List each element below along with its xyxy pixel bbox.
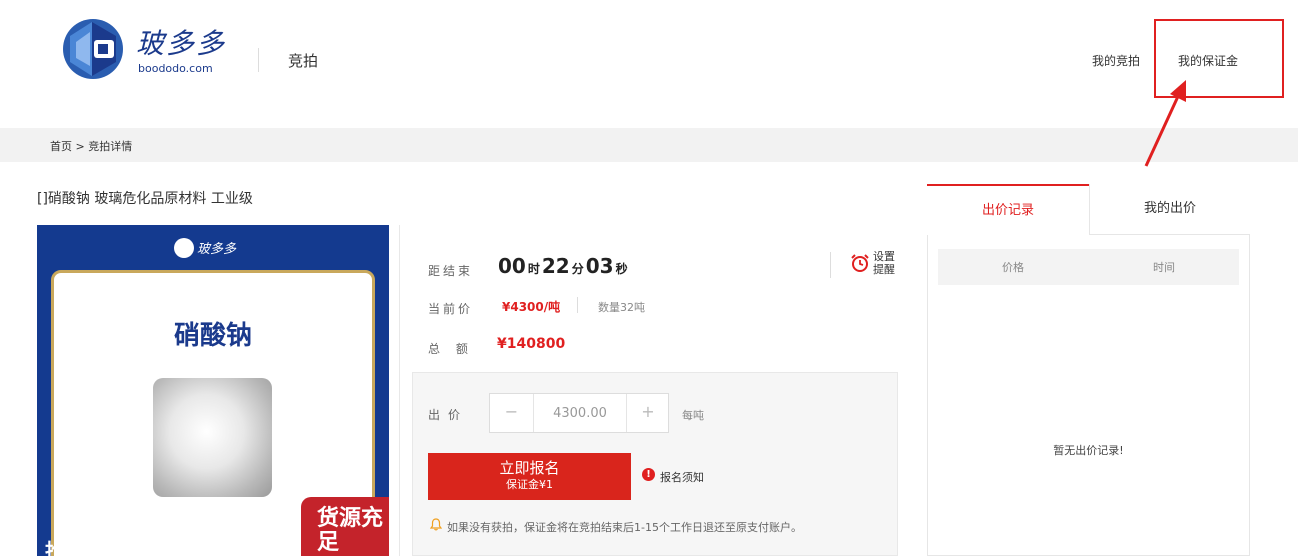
refund-note: 如果没有获拍，保证金将在竞拍结束后1-15个工作日退还至原支付账户。 (447, 521, 802, 534)
product-image: 玻多多 硝酸钠 抢购热线:400-626-9699 货源充足 (37, 225, 389, 556)
product-title: []硝酸钠 玻璃危化品原材料 工业级 (37, 191, 253, 207)
section-title: 竞拍 (288, 52, 319, 70)
column-header-price: 价格 (1002, 261, 1024, 274)
logo-domain: boododo.com (138, 62, 213, 75)
image-product-photo (153, 378, 272, 497)
stepper-minus-button[interactable]: − (490, 394, 534, 432)
nav-my-bids[interactable]: 我的竞拍 (1092, 52, 1140, 69)
column-header-time: 时间 (1153, 261, 1175, 274)
tab-my-bids[interactable]: 我的出价 (1089, 184, 1250, 235)
image-product-name: 硝酸钠 (173, 321, 252, 351)
price-divider (577, 297, 578, 313)
stepper-plus-button[interactable]: + (626, 394, 669, 432)
vertical-divider (399, 225, 400, 556)
signup-button-label: 立即报名 (499, 459, 560, 477)
header-divider (258, 48, 259, 72)
bid-price-input[interactable] (534, 394, 626, 432)
bid-label: 出价 (428, 408, 469, 422)
quantity: 数量32吨 (598, 301, 645, 314)
image-badge: 货源充足 (301, 497, 389, 556)
total-label: 总 额 (428, 342, 474, 356)
alarm-clock-icon[interactable] (850, 253, 870, 273)
set-reminder-button[interactable]: 设置提醒 (873, 250, 899, 276)
tab-bid-records[interactable]: 出价记录 (927, 184, 1089, 235)
countdown-divider (830, 252, 831, 278)
per-ton-unit: 每吨 (682, 409, 704, 422)
logo-wordmark: 玻多多 (136, 27, 227, 60)
bell-icon (430, 518, 442, 531)
countdown-label: 距结束 (428, 264, 474, 278)
annotation-arrow-icon (1144, 80, 1186, 167)
current-price-label: 当前价 (428, 302, 474, 316)
total-value: ¥140800 (497, 336, 566, 352)
current-price: ¥4300/吨 (502, 300, 561, 314)
breadcrumb[interactable]: 首页 > 竞拍详情 (50, 138, 132, 154)
countdown-minutes: 22 (541, 254, 570, 278)
deposit-amount: 保证金¥1 (506, 478, 553, 491)
logo-icon (63, 19, 123, 79)
bid-records-panel (927, 184, 1250, 556)
image-logo-text: 玻多多 (197, 242, 237, 257)
empty-records-message: 暂无出价记录! (1053, 444, 1124, 457)
countdown-seconds: 03 (585, 254, 614, 278)
countdown-hours: 00 (498, 254, 526, 278)
countdown-hours-unit: 时 (527, 262, 540, 276)
image-hotline: 抢购热线:400-626-9699 (45, 539, 289, 556)
breadcrumb-bar (0, 128, 1298, 162)
countdown: 00 时 22 分 03 秒 (498, 254, 630, 278)
image-logo-icon (174, 238, 194, 258)
signup-notice-link[interactable]: 报名须知 (660, 469, 704, 485)
exclamation-icon: ! (642, 468, 655, 481)
countdown-minutes-unit: 分 (571, 262, 584, 276)
countdown-seconds-unit: 秒 (615, 262, 628, 276)
bid-price-stepper: − + (489, 393, 669, 433)
signup-now-button[interactable]: 立即报名 保证金¥1 (428, 453, 631, 500)
